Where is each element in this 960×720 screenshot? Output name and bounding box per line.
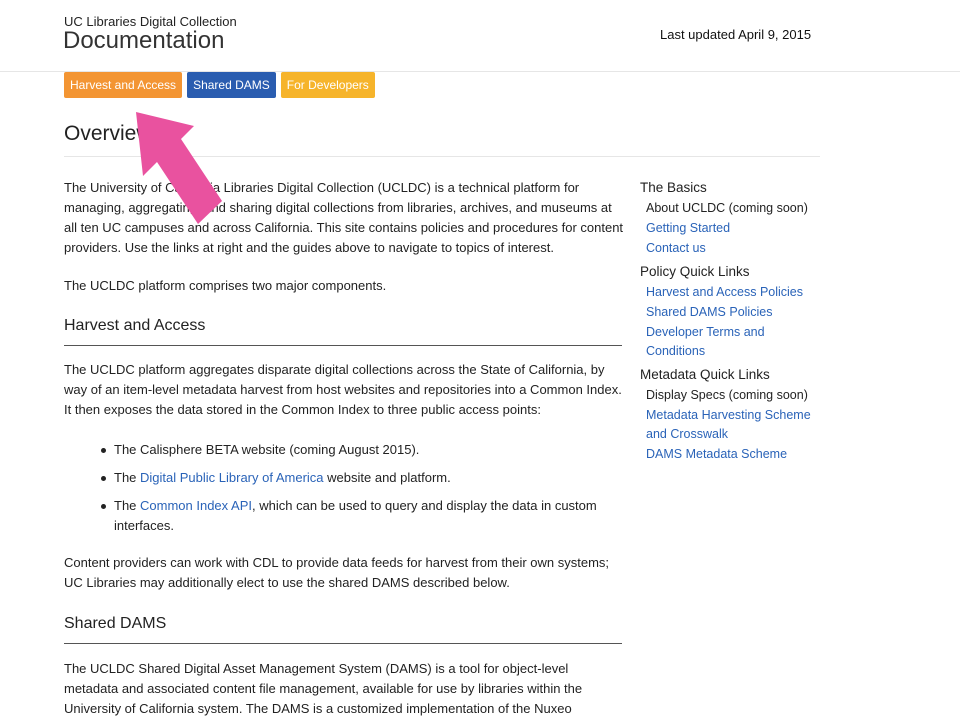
sidebar-item-getting-started[interactable]: Getting Started [646, 221, 730, 235]
list-item: The Calisphere BETA website (coming Augu… [64, 440, 624, 460]
pointer-arrow-icon [136, 112, 222, 224]
access-points-list: The Calisphere BETA website (coming Augu… [64, 440, 624, 544]
list-item-text: website and platform. [323, 470, 451, 485]
sidebar-item-display-specs: Display Specs (coming soon) [646, 388, 808, 402]
sidebar-item-about: About UCLDC (coming soon) [646, 201, 808, 215]
sidebar-list-policy: Harvest and Access Policies Shared DAMS … [640, 283, 820, 361]
sidebar-list-metadata: Display Specs (coming soon) Metadata Har… [640, 386, 820, 464]
last-updated-text: Last updated April 9, 2015 [660, 27, 812, 42]
sidebar-item-harvest-policies[interactable]: Harvest and Access Policies [646, 285, 803, 299]
sidebar-item-dams-metadata-scheme[interactable]: DAMS Metadata Scheme [646, 447, 787, 461]
tab-harvest-and-access[interactable]: Harvest and Access [64, 72, 183, 98]
tab-shared-dams[interactable]: Shared DAMS [187, 72, 276, 98]
sidebar-heading-policy: Policy Quick Links [640, 264, 750, 279]
list-item-text: The [114, 498, 141, 513]
providers-paragraph: Content providers can work with CDL to p… [64, 555, 610, 590]
list-item-text: The [114, 470, 141, 485]
dpla-link[interactable]: Digital Public Library of America [140, 470, 324, 485]
page-header: UC Libraries Digital Collection Document… [0, 0, 960, 72]
dams-section-heading: Shared DAMS [64, 614, 622, 644]
sidebar-item-dams-policies[interactable]: Shared DAMS Policies [646, 305, 772, 319]
dams-paragraph: The UCLDC Shared Digital Asset Managemen… [64, 661, 583, 716]
list-item: The Common Index API, which can be used … [64, 496, 624, 536]
sidebar-item-harvesting-scheme[interactable]: Metadata Harvesting Scheme and Crosswalk [646, 408, 811, 441]
nav-tabs: Harvest and Access Shared DAMS For Devel… [64, 72, 375, 98]
common-index-api-link[interactable]: Common Index API [140, 498, 252, 513]
harvest-paragraph: The UCLDC platform aggregates disparate … [64, 362, 622, 417]
tab-for-developers[interactable]: For Developers [280, 72, 375, 98]
sidebar-item-contact-us[interactable]: Contact us [646, 241, 706, 255]
sidebar-heading-metadata: Metadata Quick Links [640, 367, 770, 382]
sidebar: The Basics About UCLDC (coming soon) Get… [640, 178, 820, 468]
list-item: The Digital Public Library of America we… [64, 468, 624, 488]
pointer-arrow-shape [136, 112, 222, 224]
list-item-text: The Calisphere BETA website (coming Augu… [114, 442, 420, 457]
sidebar-list-basics: About UCLDC (coming soon) Getting Starte… [640, 199, 820, 258]
sidebar-item-developer-terms[interactable]: Developer Terms and Conditions [646, 325, 765, 358]
components-paragraph: The UCLDC platform comprises two major c… [64, 278, 387, 293]
harvest-section-heading: Harvest and Access [64, 316, 622, 346]
page-title[interactable]: Documentation [63, 27, 224, 55]
sidebar-heading-basics: The Basics [640, 180, 707, 195]
